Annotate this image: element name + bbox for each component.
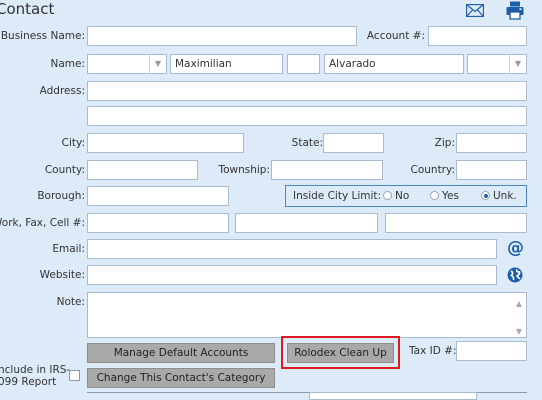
county-input[interactable] [87, 160, 198, 180]
website-input[interactable] [87, 265, 497, 285]
business-name-label: Business Name: [0, 30, 85, 42]
rolodex-clean-up-button[interactable]: Rolodex Clean Up [287, 343, 394, 363]
city-label: City: [61, 137, 85, 149]
county-label: County: [44, 164, 85, 176]
include-irs-1099-label: nclude in IRS- 099 Report [0, 364, 70, 388]
at-icon[interactable]: @ [507, 237, 524, 259]
business-name-input[interactable] [87, 26, 357, 46]
cell-input[interactable] [385, 213, 527, 233]
tax-id-input[interactable] [456, 341, 527, 361]
first-name-input[interactable]: Maximilian [170, 54, 283, 74]
radio-unk[interactable]: Unk. [481, 186, 517, 206]
account-input[interactable] [428, 26, 527, 46]
work-phone-input[interactable] [87, 213, 229, 233]
chevron-down-icon[interactable]: ▼ [509, 55, 526, 73]
zip-label: Zip: [434, 137, 455, 149]
address-label: Address: [39, 85, 85, 97]
radio-yes-label: Yes [442, 190, 459, 202]
radio-selected-icon [481, 191, 490, 200]
country-label: Country: [410, 164, 456, 176]
globe-icon[interactable] [507, 267, 523, 283]
note-textarea[interactable]: ▲ ▼ [87, 292, 527, 338]
chevron-down-icon[interactable]: ▼ [149, 55, 166, 73]
address-line2-input[interactable] [87, 106, 527, 126]
name-suffix-select[interactable]: ▼ [467, 54, 527, 74]
envelope-icon[interactable] [465, 3, 485, 18]
radio-unk-label: Unk. [493, 190, 517, 202]
change-contact-category-button[interactable]: Change This Contact's Category [87, 368, 275, 388]
radio-no-label: No [395, 190, 410, 202]
tax-id-label: Tax ID #: [409, 345, 457, 357]
radio-yes[interactable]: Yes [430, 186, 459, 206]
borough-input[interactable] [87, 186, 229, 206]
account-label: Account #: [366, 30, 425, 42]
page-title: Contact [0, 0, 55, 18]
city-input[interactable] [87, 133, 244, 153]
inside-city-limit-group: Inside City Limit: No Yes Unk. [285, 185, 527, 207]
fax-input[interactable] [235, 213, 378, 233]
name-prefix-select[interactable]: ▼ [87, 54, 167, 74]
work-fax-cell-label: Work, Fax, Cell #: [0, 217, 85, 229]
name-label: Name: [50, 58, 85, 70]
state-label: State: [291, 137, 323, 149]
last-name-input[interactable]: Alvarado [324, 54, 464, 74]
bottom-field-edge [309, 392, 477, 400]
include-irs-label-line1: nclude in IRS- [0, 364, 71, 376]
borough-label: Borough: [37, 190, 85, 202]
manage-default-accounts-button[interactable]: Manage Default Accounts [87, 343, 275, 363]
township-input[interactable] [271, 160, 383, 180]
radio-circle-icon [430, 191, 439, 200]
radio-circle-icon [383, 191, 392, 200]
include-irs-label-line2: 099 Report [0, 376, 57, 388]
middle-initial-input[interactable] [287, 54, 320, 74]
zip-input[interactable] [456, 133, 527, 153]
address-line1-input[interactable] [87, 81, 527, 101]
email-input[interactable] [87, 239, 497, 259]
include-irs-1099-checkbox[interactable] [69, 370, 80, 381]
scroll-up-icon[interactable]: ▲ [513, 295, 525, 313]
note-scrollbar[interactable]: ▲ ▼ [513, 293, 525, 337]
country-input[interactable] [456, 160, 527, 180]
radio-no[interactable]: No [383, 186, 409, 206]
note-label: Note: [56, 296, 85, 308]
township-label: Township: [218, 164, 270, 176]
state-input[interactable] [323, 133, 384, 153]
scroll-down-icon[interactable]: ▼ [513, 323, 525, 337]
inside-city-limit-label: Inside City Limit: [293, 190, 382, 202]
printer-icon[interactable] [506, 1, 524, 20]
website-label: Website: [39, 269, 85, 281]
email-label: Email: [52, 243, 85, 255]
